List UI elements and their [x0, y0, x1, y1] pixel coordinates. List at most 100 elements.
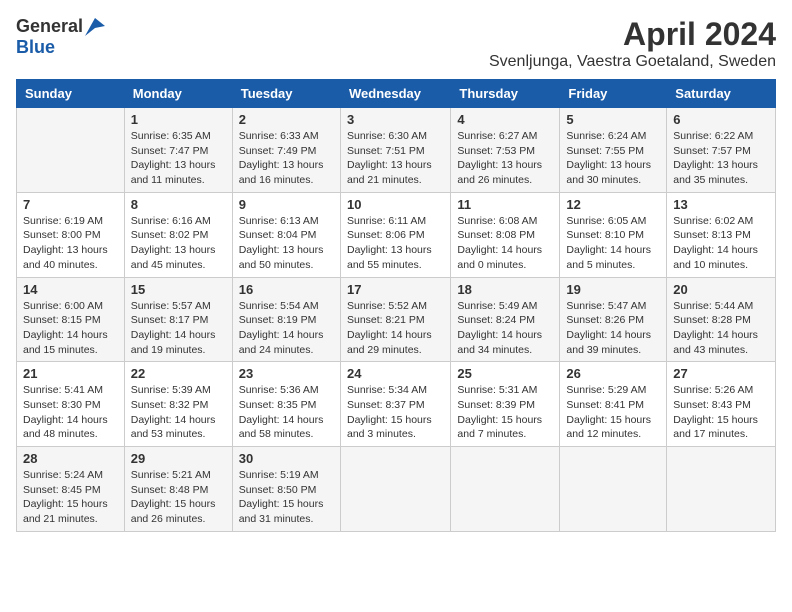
day-info: Sunrise: 5:19 AM Sunset: 8:50 PM Dayligh…	[239, 468, 334, 527]
day-number: 16	[239, 282, 334, 297]
calendar-cell: 18 Sunrise: 5:49 AM Sunset: 8:24 PM Dayli…	[451, 277, 560, 362]
col-sunday: Sunday	[17, 80, 125, 108]
day-number: 1	[131, 112, 226, 127]
day-info: Sunrise: 6:13 AM Sunset: 8:04 PM Dayligh…	[239, 214, 334, 273]
day-number: 6	[673, 112, 769, 127]
calendar-cell: 1 Sunrise: 6:35 AM Sunset: 7:47 PM Daylig…	[124, 108, 232, 193]
day-info: Sunrise: 5:26 AM Sunset: 8:43 PM Dayligh…	[673, 383, 769, 442]
day-number: 11	[457, 197, 553, 212]
calendar-cell: 28 Sunrise: 5:24 AM Sunset: 8:45 PM Dayli…	[17, 447, 125, 532]
calendar-week-2: 7 Sunrise: 6:19 AM Sunset: 8:00 PM Daylig…	[17, 192, 776, 277]
calendar-week-5: 28 Sunrise: 5:24 AM Sunset: 8:45 PM Dayli…	[17, 447, 776, 532]
calendar-cell: 30 Sunrise: 5:19 AM Sunset: 8:50 PM Dayli…	[232, 447, 340, 532]
day-info: Sunrise: 6:11 AM Sunset: 8:06 PM Dayligh…	[347, 214, 444, 273]
day-number: 4	[457, 112, 553, 127]
calendar-cell: 6 Sunrise: 6:22 AM Sunset: 7:57 PM Daylig…	[667, 108, 776, 193]
day-number: 18	[457, 282, 553, 297]
calendar-cell: 29Sunrise: 5:21 AM Sunset: 8:48 PM Dayli…	[124, 447, 232, 532]
logo: General Blue	[16, 16, 105, 58]
calendar-cell: 7 Sunrise: 6:19 AM Sunset: 8:00 PM Daylig…	[17, 192, 125, 277]
day-number: 2	[239, 112, 334, 127]
calendar-week-4: 21Sunrise: 5:41 AM Sunset: 8:30 PM Dayli…	[17, 362, 776, 447]
day-info: Sunrise: 6:19 AM Sunset: 8:00 PM Dayligh…	[23, 214, 118, 273]
day-number: 12	[566, 197, 660, 212]
calendar-cell	[560, 447, 667, 532]
col-wednesday: Wednesday	[340, 80, 450, 108]
day-number: 20	[673, 282, 769, 297]
day-info: Sunrise: 6:27 AM Sunset: 7:53 PM Dayligh…	[457, 129, 553, 188]
calendar-cell	[667, 447, 776, 532]
calendar-cell	[17, 108, 125, 193]
calendar-cell: 14 Sunrise: 6:00 AM Sunset: 8:15 PM Dayli…	[17, 277, 125, 362]
logo-bird-icon	[85, 18, 105, 36]
calendar-cell: 22 Sunrise: 5:39 AM Sunset: 8:32 PM Dayli…	[124, 362, 232, 447]
calendar-cell: 25 Sunrise: 5:31 AM Sunset: 8:39 PM Dayli…	[451, 362, 560, 447]
calendar-cell: 8 Sunrise: 6:16 AM Sunset: 8:02 PM Daylig…	[124, 192, 232, 277]
logo-blue-text: Blue	[16, 37, 55, 57]
calendar-cell: 3Sunrise: 6:30 AM Sunset: 7:51 PM Daylig…	[340, 108, 450, 193]
calendar-title: April 2024	[489, 16, 776, 53]
day-number: 27	[673, 366, 769, 381]
day-info: Sunrise: 5:44 AM Sunset: 8:28 PM Dayligh…	[673, 299, 769, 358]
day-number: 8	[131, 197, 226, 212]
calendar-cell: 15 Sunrise: 5:57 AM Sunset: 8:17 PM Dayli…	[124, 277, 232, 362]
day-number: 10	[347, 197, 444, 212]
day-info: Sunrise: 6:33 AM Sunset: 7:49 PM Dayligh…	[239, 129, 334, 188]
col-saturday: Saturday	[667, 80, 776, 108]
day-number: 25	[457, 366, 553, 381]
day-info: Sunrise: 6:35 AM Sunset: 7:47 PM Dayligh…	[131, 129, 226, 188]
calendar-cell: 4 Sunrise: 6:27 AM Sunset: 7:53 PM Daylig…	[451, 108, 560, 193]
day-info: Sunrise: 5:57 AM Sunset: 8:17 PM Dayligh…	[131, 299, 226, 358]
day-number: 28	[23, 451, 118, 466]
calendar-table: Sunday Monday Tuesday Wednesday Thursday…	[16, 79, 776, 532]
calendar-cell: 17 Sunrise: 5:52 AM Sunset: 8:21 PM Dayli…	[340, 277, 450, 362]
calendar-cell: 23Sunrise: 5:36 AM Sunset: 8:35 PM Dayli…	[232, 362, 340, 447]
calendar-cell: 24 Sunrise: 5:34 AM Sunset: 8:37 PM Dayli…	[340, 362, 450, 447]
day-number: 22	[131, 366, 226, 381]
col-monday: Monday	[124, 80, 232, 108]
calendar-cell: 11 Sunrise: 6:08 AM Sunset: 8:08 PM Dayli…	[451, 192, 560, 277]
day-info: Sunrise: 6:02 AM Sunset: 8:13 PM Dayligh…	[673, 214, 769, 273]
day-info: Sunrise: 5:29 AM Sunset: 8:41 PM Dayligh…	[566, 383, 660, 442]
day-number: 14	[23, 282, 118, 297]
logo-general-text: General	[16, 16, 83, 37]
day-info: Sunrise: 6:16 AM Sunset: 8:02 PM Dayligh…	[131, 214, 226, 273]
calendar-cell: 27 Sunrise: 5:26 AM Sunset: 8:43 PM Dayli…	[667, 362, 776, 447]
calendar-cell: 5 Sunrise: 6:24 AM Sunset: 7:55 PM Daylig…	[560, 108, 667, 193]
day-info: Sunrise: 5:49 AM Sunset: 8:24 PM Dayligh…	[457, 299, 553, 358]
day-number: 3	[347, 112, 444, 127]
day-info: Sunrise: 6:05 AM Sunset: 8:10 PM Dayligh…	[566, 214, 660, 273]
day-info: Sunrise: 5:52 AM Sunset: 8:21 PM Dayligh…	[347, 299, 444, 358]
calendar-week-1: 1 Sunrise: 6:35 AM Sunset: 7:47 PM Daylig…	[17, 108, 776, 193]
calendar-cell: 13 Sunrise: 6:02 AM Sunset: 8:13 PM Dayli…	[667, 192, 776, 277]
day-number: 13	[673, 197, 769, 212]
day-info: Sunrise: 5:41 AM Sunset: 8:30 PM Dayligh…	[23, 383, 118, 442]
day-info: Sunrise: 5:34 AM Sunset: 8:37 PM Dayligh…	[347, 383, 444, 442]
header: General Blue April 2024 Svenljunga, Vaes…	[16, 16, 776, 71]
calendar-cell: 20 Sunrise: 5:44 AM Sunset: 8:28 PM Dayli…	[667, 277, 776, 362]
calendar-cell: 2 Sunrise: 6:33 AM Sunset: 7:49 PM Daylig…	[232, 108, 340, 193]
day-number: 7	[23, 197, 118, 212]
col-tuesday: Tuesday	[232, 80, 340, 108]
day-number: 17	[347, 282, 444, 297]
day-info: Sunrise: 6:22 AM Sunset: 7:57 PM Dayligh…	[673, 129, 769, 188]
day-number: 5	[566, 112, 660, 127]
title-area: April 2024 Svenljunga, Vaestra Goetaland…	[489, 16, 776, 71]
day-info: Sunrise: 6:00 AM Sunset: 8:15 PM Dayligh…	[23, 299, 118, 358]
day-info: Sunrise: 5:24 AM Sunset: 8:45 PM Dayligh…	[23, 468, 118, 527]
day-info: Sunrise: 5:54 AM Sunset: 8:19 PM Dayligh…	[239, 299, 334, 358]
day-info: Sunrise: 6:24 AM Sunset: 7:55 PM Dayligh…	[566, 129, 660, 188]
day-info: Sunrise: 6:08 AM Sunset: 8:08 PM Dayligh…	[457, 214, 553, 273]
day-number: 26	[566, 366, 660, 381]
day-number: 24	[347, 366, 444, 381]
day-info: Sunrise: 5:31 AM Sunset: 8:39 PM Dayligh…	[457, 383, 553, 442]
calendar-cell	[451, 447, 560, 532]
day-number: 30	[239, 451, 334, 466]
day-number: 15	[131, 282, 226, 297]
day-info: Sunrise: 5:39 AM Sunset: 8:32 PM Dayligh…	[131, 383, 226, 442]
day-number: 9	[239, 197, 334, 212]
calendar-cell: 26 Sunrise: 5:29 AM Sunset: 8:41 PM Dayli…	[560, 362, 667, 447]
day-info: Sunrise: 5:21 AM Sunset: 8:48 PM Dayligh…	[131, 468, 226, 527]
calendar-cell: 12 Sunrise: 6:05 AM Sunset: 8:10 PM Dayli…	[560, 192, 667, 277]
calendar-header-row: Sunday Monday Tuesday Wednesday Thursday…	[17, 80, 776, 108]
